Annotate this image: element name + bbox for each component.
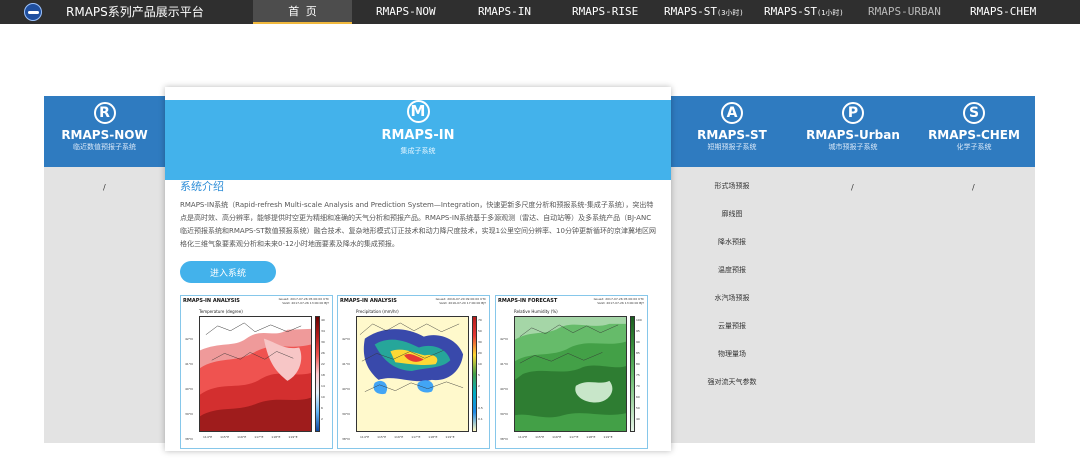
system-description: RMAPS-IN系统（Rapid-refresh Multi-scale Ana… [180,201,656,248]
nav-rmaps-in[interactable]: RMAPS-IN [478,0,531,24]
st-product-link[interactable]: 水汽场预报 [680,289,784,317]
subsystem-tile-chem[interactable]: S RMAPS-CHEM 化学子系统 [913,96,1035,167]
rmaps-in-featured-card: M RMAPS-IN 集成子系统 系统介绍 RMAPS-IN系统（Rapid-r… [165,87,671,451]
st-product-link[interactable]: 云量预报 [680,317,784,345]
subsystem-chem-title: RMAPS-CHEM [928,128,1020,142]
map-header: RMAPS-IN ANALYSIS [183,298,240,304]
st-product-link[interactable]: 廓线图 [680,205,784,233]
nav-rmaps-now[interactable]: RMAPS-NOW [376,0,436,24]
map-header: RMAPS-IN ANALYSIS [340,298,397,304]
subsystem-tile-now[interactable]: R RMAPS-NOW 临近数值预报子系统 [44,96,165,167]
st-product-list: 形式场预报 廓线图 降水预报 温度预报 水汽场预报 云量预报 物理量场 强对流天… [680,177,784,401]
subsystem-urban-title: RMAPS-Urban [806,128,900,142]
subsystem-now-description: 临近数值预报子系统 [73,143,136,151]
nav-st-3h-label: RMAPS-ST [664,5,717,18]
latitude-labels: 42°N 41°N 40°N 39°N 38°N [342,337,350,441]
longitude-labels: 114°E 115°E 116°E 117°E 118°E 119°E [203,435,298,439]
letter-a-icon: A [721,102,743,124]
latitude-labels: 42°N 41°N 40°N 39°N 38°N [500,337,508,441]
precipitation-color-legend [472,316,477,432]
subsystem-tile-urban[interactable]: P RMAPS-Urban 城市预报子系统 [793,96,913,167]
subsystem-now-title: RMAPS-NOW [61,128,148,142]
humidity-field-image [514,316,627,432]
precipitation-field-image [356,316,469,432]
letter-m-icon: M [406,100,430,123]
legend-ticks: 70 50 30 20 10 5 2 1 0.5 0.1 [478,318,483,421]
nav-home[interactable]: 首 页 [253,0,352,24]
platform-logo-icon[interactable] [24,3,42,21]
map-caption: Temperature (degree) [199,309,243,314]
nav-rmaps-chem[interactable]: RMAPS-CHEM [970,0,1036,24]
st-product-link[interactable]: 温度预报 [680,261,784,289]
subsystem-chem-description: 化学子系统 [956,143,992,151]
map-issued: Issued: 2016-07-20 09:00:00 UTC Valid: 20… [436,297,486,305]
temperature-map[interactable]: RMAPS-IN ANALYSIS Issued: 2017-07-26 05:… [180,295,333,449]
map-caption: Relative Humidity (%) [514,309,558,314]
st-product-link[interactable]: 形式场预报 [680,177,784,205]
st-product-link[interactable]: 物理量场 [680,345,784,373]
map-valid-line: Valid: 2017-07-26 13:00:00 BJT [597,301,644,305]
subsystem-chem-content: / [972,183,975,192]
subsystem-urban-description: 城市预报子系统 [828,143,878,151]
nav-rmaps-urban[interactable]: RMAPS-URBAN [868,0,941,24]
subsystem-st-title: RMAPS-ST [697,128,767,142]
temperature-color-legend [315,316,320,432]
st-product-link[interactable]: 降水预报 [680,233,784,261]
nav-rmaps-st-3h[interactable]: RMAPS-ST(3小时) [664,0,744,24]
nav-st-1h-label: RMAPS-ST [764,5,817,18]
longitude-labels: 114°E 115°E 116°E 117°E 118°E 119°E [360,435,455,439]
latitude-labels: 42°N 41°N 40°N 39°N 38°N [185,337,193,441]
legend-ticks: 40 34 30 26 22 18 14 10 6 2 [321,318,325,421]
subsystem-urban-content: / [851,183,854,192]
subsystem-st-description: 短期预报子系统 [707,143,757,151]
humidity-color-legend [630,316,635,432]
temperature-field-image [199,316,312,432]
featured-subtitle: 集成子系统 [400,147,436,155]
system-intro-heading: 系统介绍 [180,180,224,193]
map-valid-line: Valid: 2016-07-20 17:00:00 BJT [439,301,486,305]
st-product-link[interactable]: 强对流天气参数 [680,373,784,401]
featured-header: M RMAPS-IN 集成子系统 [165,100,671,180]
platform-brand[interactable]: RMAPS系列产品展示平台 [66,5,204,19]
subsystem-tile-st[interactable]: A RMAPS-ST 短期预报子系统 [671,96,793,167]
map-valid-line: Valid: 2017-07-26 13:00:00 BJT [282,301,329,305]
precipitation-map[interactable]: RMAPS-IN ANALYSIS Issued: 2016-07-20 09:… [337,295,490,449]
letter-s-icon: S [963,102,985,124]
letter-r-icon: R [93,102,116,124]
map-issued: Issued: 2017-07-26 05:00:00 UTC Valid: 20… [594,297,644,305]
nav-rmaps-rise[interactable]: RMAPS-RISE [572,0,638,24]
nav-st-1h-sub: (1小时) [816,9,844,17]
letter-p-icon: P [842,102,864,124]
longitude-labels: 114°E 115°E 116°E 117°E 118°E 119°E [518,435,613,439]
map-header: RMAPS-IN FORECAST [498,298,558,304]
top-navigation-bar: RMAPS系列产品展示平台 首 页 RMAPS-NOW RMAPS-IN RMA… [0,0,1080,24]
subsystem-now-content: / [103,183,106,192]
map-caption: Precipitation (mm/hr) [356,309,399,314]
humidity-map[interactable]: RMAPS-IN FORECAST Issued: 2017-07-26 05:… [495,295,648,449]
nav-rmaps-st-1h[interactable]: RMAPS-ST(1小时) [764,0,844,24]
featured-title: RMAPS-IN [381,128,455,143]
enter-system-button[interactable]: 进入系统 [180,261,276,283]
nav-st-3h-sub: (3小时) [716,9,744,17]
legend-ticks: 100 95 90 85 80 75 70 60 50 40 [636,318,642,421]
map-issued: Issued: 2017-07-26 05:00:00 UTC Valid: 20… [279,297,329,305]
